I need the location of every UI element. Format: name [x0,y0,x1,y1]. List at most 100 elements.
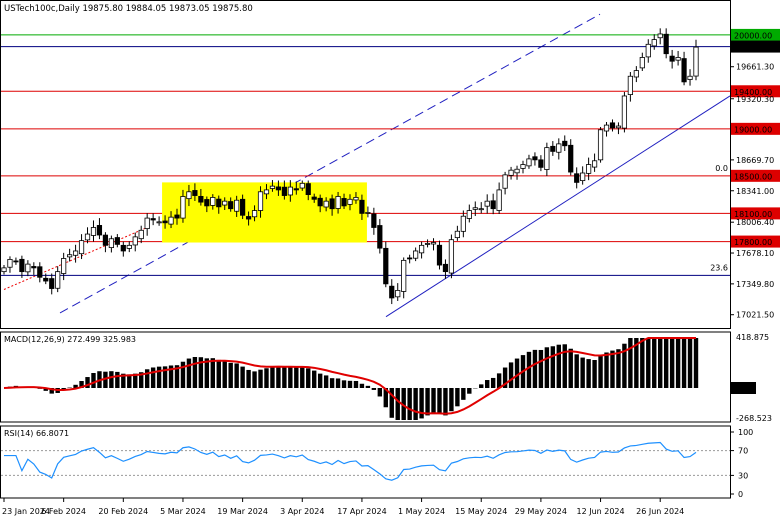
candle-body [329,198,335,210]
macd-bar [496,373,502,388]
macd-bar [687,338,693,388]
candle-body [508,169,514,176]
macd-bar [586,359,591,388]
level-tag: 20000.00 [734,31,772,40]
candle-body [144,217,150,230]
candle-body [168,216,174,225]
candle-body [591,160,598,168]
rsi-label: RSI(14) 66.8071 [4,429,69,438]
macd-bar [449,388,454,412]
level-tag: 19000.00 [734,125,772,134]
candle-body [55,271,61,289]
macd-bar [216,359,221,388]
candle-body [120,244,126,252]
macd-bar [568,348,573,388]
x-tick-label: 17 Apr 2024 [337,507,386,516]
macd-bar [276,366,281,388]
macd-bar [192,357,198,388]
candle-body [245,216,252,220]
candle-body [228,201,234,210]
candle-body [681,58,687,83]
candle-body [687,75,693,80]
candle-body [514,168,520,174]
price-tick-label: 17021.50 [736,311,774,320]
candle-body [568,144,574,173]
candle-body [460,215,466,232]
rsi-tick-label: 30 [738,471,748,480]
macd-bar [443,388,448,416]
macd-bar [371,388,377,390]
macd-bar [610,350,615,388]
macd-bar [294,367,299,388]
macd-bar [246,369,251,388]
macd-bar [413,388,418,420]
candle-body [574,173,580,183]
macd-bar [640,338,645,388]
candle-body [150,218,156,221]
candle-body [198,195,204,203]
candle-body [299,182,305,189]
candle-body [448,239,455,274]
candle-body [7,259,13,268]
x-tick-label: 12 Jun 2024 [576,507,624,516]
chart-canvas: 20000.0019875.8019400.0019000.0018500.00… [0,0,780,516]
macd-bar [282,367,287,388]
main-panel-frame [0,0,731,329]
candle-body [293,188,299,191]
macd-bar [526,351,532,388]
candle-body [484,200,490,207]
candle-body [556,143,562,153]
macd-bar [150,367,156,388]
x-tick-label: 19 Mar 2024 [217,507,268,516]
macd-bar [115,371,120,388]
candle-body [305,183,311,196]
candle-body [84,233,91,241]
candle-body [609,122,616,129]
candle-body [216,198,222,208]
macd-bar [652,338,657,388]
candle-body [263,189,270,195]
price-tick-label: 18341.00 [736,187,774,196]
macd-bar [431,388,436,413]
rsi-panel-frame [0,425,731,499]
macd-bar [288,366,293,388]
macd-tick-label: -268.523 [736,414,772,423]
macd-bar [479,384,484,388]
candle-body [126,244,132,249]
macd-bar [264,368,269,388]
candle-body [615,125,622,129]
candle-body [401,259,407,292]
macd-bar [186,358,192,388]
macd-bar [669,338,675,388]
candle-body [102,234,109,246]
macd-bar [359,383,365,388]
macd-bar [335,378,341,388]
candle-body [19,258,25,273]
macd-label: MACD(12,26,9) 272.499 325.983 [4,335,136,344]
candle-body [234,199,240,212]
macd-bar [222,360,227,388]
macd-bar [91,373,96,388]
price-tick-label: 19320.30 [736,95,774,104]
macd-bar [663,338,669,388]
price-tick-label: 18006.40 [736,218,774,227]
macd-bar [604,352,609,388]
candle-body [424,243,431,245]
candle-body [395,290,401,298]
candle-body [407,257,413,260]
candle-body [275,186,282,191]
level-tag: 18500.00 [734,172,772,181]
macd-tick-label: 418.875 [736,333,769,342]
candle-body [317,197,323,207]
macd-bar [329,378,335,388]
candle-body [49,278,55,289]
macd-bar [258,369,263,388]
x-tick-label: 20 Feb 2024 [98,507,148,516]
candle-body [204,199,210,207]
price-tick-label: 17678.10 [736,249,774,258]
price-tick-label: 19661.30 [736,63,774,72]
macd-tick-label: 0.00 [733,384,751,393]
candle-body [430,242,437,245]
candle-body [257,191,264,211]
macd-bar [675,338,681,388]
